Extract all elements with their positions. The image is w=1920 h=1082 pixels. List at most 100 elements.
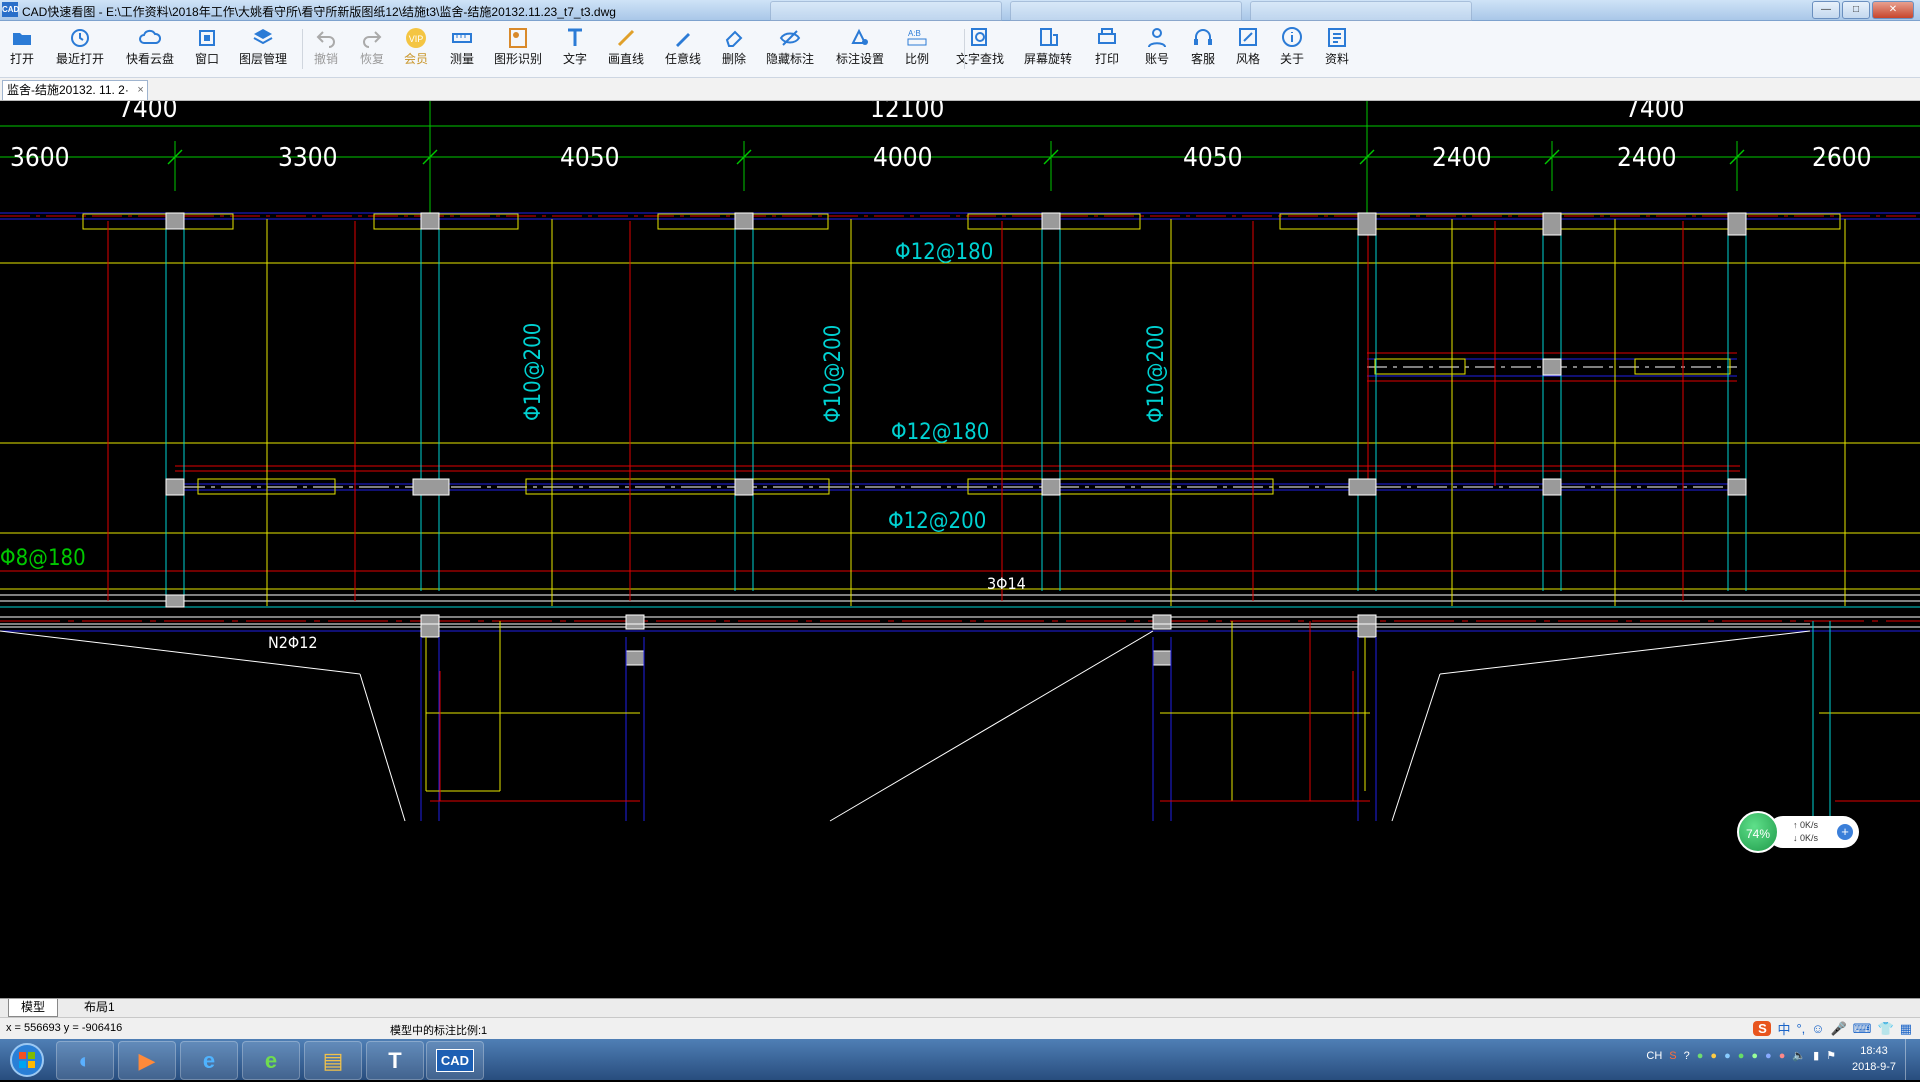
sogou-icon[interactable]: S — [1753, 1021, 1772, 1036]
media-player-taskbar-button[interactable]: ▶ — [118, 1041, 176, 1080]
sogou-tray-icon[interactable]: S — [1669, 1050, 1676, 1062]
360-browser-icon: e — [264, 1047, 278, 1073]
cloud-icon — [120, 23, 180, 51]
toolbar-label: 快看云盘 — [125, 52, 174, 66]
speaker-icon[interactable]: 🔈 — [1792, 1049, 1806, 1062]
tray-app-icon[interactable]: ● — [1751, 1050, 1758, 1062]
ime-punct[interactable]: °, — [1796, 1021, 1805, 1036]
network-speed-widget[interactable]: 74% ↑ 0K/s ↓ 0K/s + — [1737, 811, 1859, 853]
cad-drawing[interactable]: 7400 12100 7400 3600 3300 4050 4000 4050… — [0, 101, 1920, 998]
tray-app-icon[interactable]: ● — [1724, 1050, 1731, 1062]
toolbar-annotation-settings-button[interactable]: 标注设置 — [830, 23, 890, 75]
close-tab-icon[interactable]: × — [137, 81, 143, 99]
span-dim: 4050 — [1183, 143, 1243, 173]
toolbar-info-button[interactable]: 关于 — [1274, 23, 1310, 75]
browser-app-icon: ◐ — [78, 1047, 92, 1073]
tray-app-icon[interactable]: ● — [1765, 1050, 1772, 1062]
toolbar-library-button[interactable]: 资料 — [1319, 23, 1355, 75]
folder-open-icon — [4, 23, 40, 51]
flag-icon[interactable]: ⚑ — [1826, 1049, 1836, 1062]
360-browser-taskbar-button[interactable]: e — [242, 1041, 300, 1080]
rebar-label: Φ12@180 — [895, 240, 993, 265]
wechat-icon[interactable]: ● — [1697, 1050, 1704, 1062]
annotation-scale: 模型中的标注比例:1 — [390, 1025, 488, 1037]
dimension-texts: 7400 12100 7400 3600 3300 4050 4000 4050… — [10, 101, 1872, 173]
toolbar-layers-button[interactable]: 图层管理 — [233, 23, 293, 75]
cad-app-taskbar-button[interactable]: CAD — [426, 1041, 484, 1080]
t-app-taskbar-button[interactable]: T — [366, 1041, 424, 1080]
line-icon — [603, 23, 649, 51]
toolbar-text-search-button[interactable]: 文字查找 — [950, 23, 1010, 75]
help-icon[interactable]: ? — [1684, 1050, 1690, 1062]
toolbar-shape-recognize-button[interactable]: 图形识别 — [488, 23, 548, 75]
toolbar-text-button[interactable]: 文字 — [555, 23, 595, 75]
keyboard-icon[interactable]: ⌨ — [1853, 1021, 1872, 1037]
coordinate-readout: x = 556693 y = -906416 — [6, 1022, 123, 1034]
toolbar-eraser-button[interactable]: 删除 — [716, 23, 752, 75]
toolbar-redo-button[interactable]: 恢复 — [354, 23, 390, 75]
ime-lang[interactable]: 中 — [1777, 1019, 1790, 1038]
toolbar-line-button[interactable]: 画直线 — [603, 23, 649, 75]
show-desktop-button[interactable] — [1905, 1039, 1920, 1080]
toolbar-label: 删除 — [721, 52, 746, 66]
text-icon — [555, 23, 595, 51]
drawing-canvas[interactable]: 7400 12100 7400 3600 3300 4050 4000 4050… — [0, 101, 1920, 998]
toolbar-printer-button[interactable]: 打印 — [1089, 23, 1125, 75]
toolbar-vip-button[interactable]: VIP 会员 — [398, 23, 434, 75]
toolbar-undo-button[interactable]: 撤销 — [308, 23, 344, 75]
maximize-button[interactable]: □ — [1842, 1, 1870, 19]
browser-app-taskbar-button[interactable]: ◐ — [56, 1041, 114, 1080]
toolbar-window-button[interactable]: 窗口 — [187, 23, 227, 75]
emoji-icon[interactable]: ☺ — [1811, 1021, 1824, 1036]
memory-ball[interactable]: 74% — [1737, 811, 1779, 853]
toolbar-folder-open-button[interactable]: 打开 — [4, 23, 40, 75]
tab-model[interactable]: 模型 — [8, 999, 59, 1017]
toolbar-account-button[interactable]: 账号 — [1139, 23, 1175, 75]
window-controls: — □ ✕ — [1812, 1, 1914, 19]
toolbar-cloud-button[interactable]: 快看云盘 — [120, 23, 180, 75]
document-tab-label: 监舍-结施20132. 11. 2· — [7, 83, 129, 97]
ruler-icon — [444, 23, 480, 51]
ie-taskbar-button[interactable]: e — [180, 1041, 238, 1080]
close-button[interactable]: ✕ — [1872, 1, 1914, 19]
toolbar-style-button[interactable]: 风格 — [1230, 23, 1266, 75]
toolbar-label: 比例 — [904, 52, 929, 66]
tray-app-icon[interactable]: ● — [1738, 1050, 1745, 1062]
t-app-icon: T — [388, 1047, 402, 1073]
minimize-button[interactable]: — — [1812, 1, 1840, 19]
info-icon — [1274, 23, 1310, 51]
window-icon — [187, 23, 227, 51]
accelerate-icon[interactable]: + — [1837, 824, 1853, 840]
span-dim: 3600 — [10, 143, 70, 173]
clock-time: 18:43 — [1860, 1045, 1888, 1057]
skin-icon[interactable]: 👕 — [1878, 1021, 1894, 1037]
window-title: CAD快速看图 - E:\工作资料\2018年工作\大姚看守所\看守所新版图纸1… — [22, 5, 616, 19]
toolbar-separator — [964, 29, 965, 69]
mic-icon[interactable]: 🎤 — [1831, 1021, 1847, 1037]
toolbar-hide-annotation-button[interactable]: 隐藏标注 — [760, 23, 820, 75]
tab-layout1[interactable]: 布局1 — [72, 999, 127, 1016]
toolbar-label: 资料 — [1324, 52, 1349, 66]
document-tab[interactable]: 监舍-结施20132. 11. 2· × — [2, 80, 148, 100]
shape-recognize-icon — [488, 23, 548, 51]
tray-lang[interactable]: CH — [1646, 1050, 1662, 1062]
toolbar-scale-button[interactable]: A:B 比例 — [899, 23, 935, 75]
toolbar-history-button[interactable]: 最近打开 — [50, 23, 110, 75]
start-button[interactable] — [2, 1040, 52, 1079]
tray-app-icon[interactable]: ● — [1710, 1050, 1717, 1062]
account-icon — [1139, 23, 1175, 51]
span-dim: 4000 — [873, 143, 933, 173]
grid-icon[interactable]: ▦ — [1900, 1021, 1912, 1037]
toolbar-label: 打印 — [1094, 52, 1119, 66]
toolbar-freehand-button[interactable]: 任意线 — [660, 23, 706, 75]
toolbar-rotate-screen-button[interactable]: 屏幕旋转 — [1018, 23, 1078, 75]
rebar-label: Φ10@200 — [521, 323, 546, 421]
toolbar-headset-button[interactable]: 客服 — [1185, 23, 1221, 75]
ime-toolbar[interactable]: S 中 °, ☺ 🎤 ⌨ 👕 ▦ — [1753, 1019, 1912, 1038]
file-explorer-taskbar-button[interactable]: ▤ — [304, 1041, 362, 1080]
clock[interactable]: 18:43 2018-9-7 — [1852, 1043, 1896, 1075]
title-bar: CAD CAD快速看图 - E:\工作资料\2018年工作\大姚看守所\看守所新… — [0, 0, 1920, 21]
network-icon[interactable]: ▮ — [1813, 1049, 1819, 1062]
toolbar-ruler-button[interactable]: 测量 — [444, 23, 480, 75]
tray-app-icon[interactable]: ● — [1779, 1050, 1786, 1062]
